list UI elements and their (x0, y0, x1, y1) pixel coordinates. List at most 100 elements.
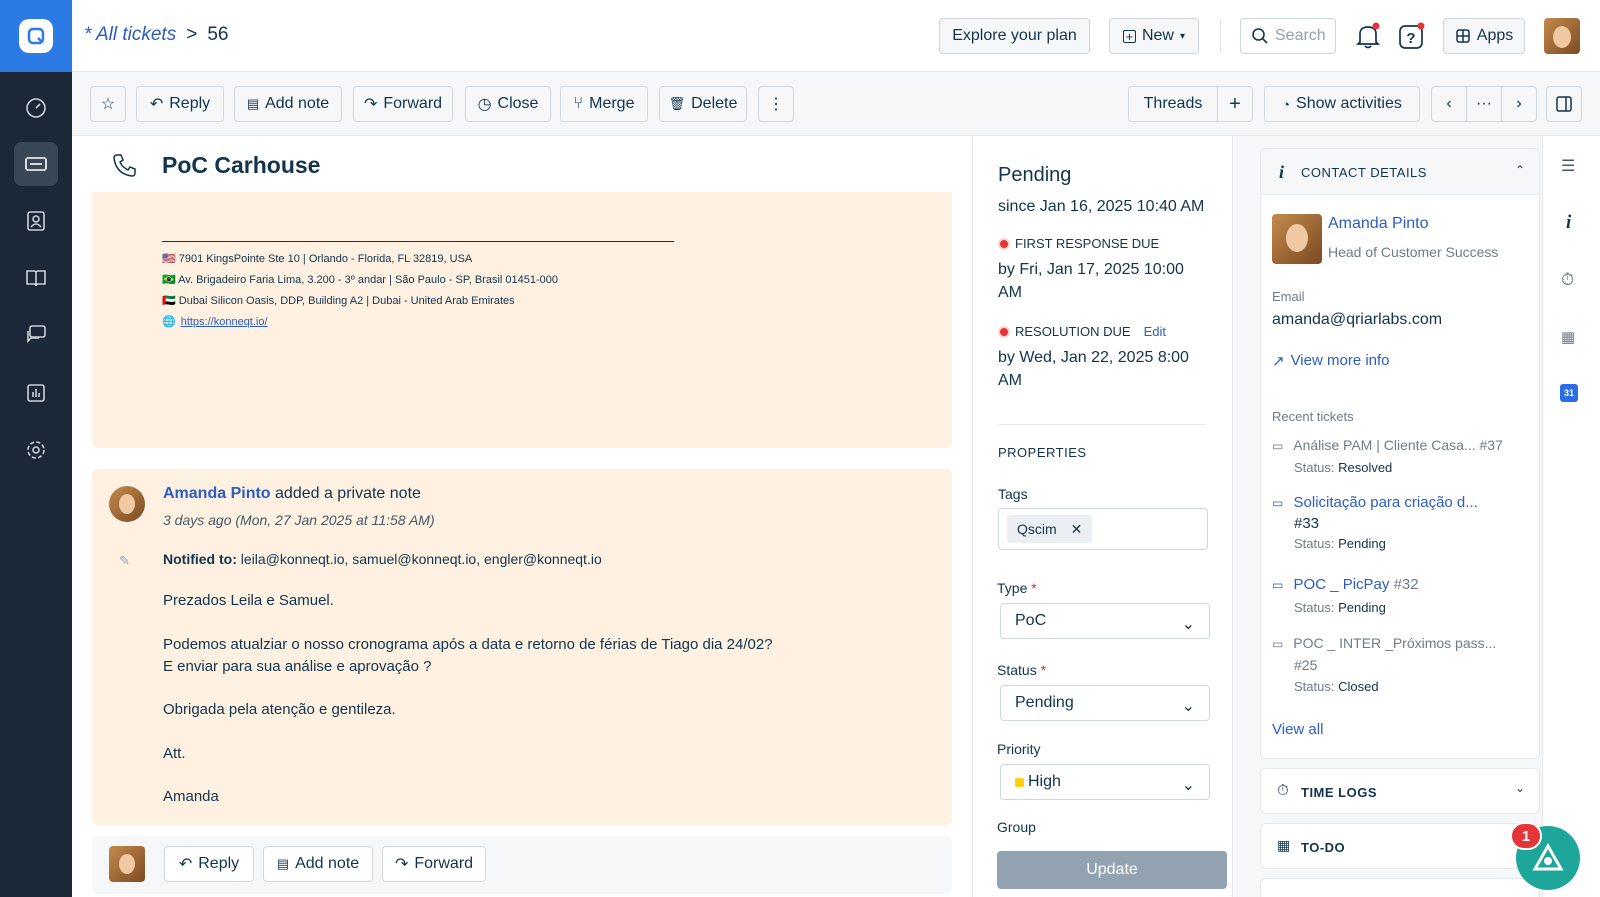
priority-square-icon (1015, 777, 1024, 787)
new-button[interactable]: + New ▾ (1109, 18, 1199, 54)
conversations-icon[interactable] (14, 313, 58, 357)
timer-icon[interactable]: ⏱ (1561, 270, 1574, 290)
view-all-tickets-link[interactable]: View all (1272, 721, 1323, 738)
threads-button[interactable]: Threads (1128, 86, 1218, 122)
forward-button[interactable]: ↷ Forward (353, 86, 453, 122)
reply-icon: ↶ (178, 856, 193, 873)
note-icon: ▤ (276, 856, 290, 871)
recent-tickets-label: Recent tickets (1272, 409, 1354, 424)
time-logs-panel[interactable]: ⏱ TIME LOGS ⌄ (1260, 768, 1540, 814)
contacts-icon[interactable] (14, 199, 58, 243)
star-button[interactable]: ☆ (90, 86, 126, 122)
add-note-label: Add note (295, 855, 360, 872)
bottom-reply-button[interactable]: ↶ Reply (164, 846, 254, 882)
chevron-down-icon: ⌄ (1181, 616, 1195, 633)
merge-button[interactable]: ⑂ Merge (560, 86, 648, 122)
apps-button[interactable]: Apps (1443, 18, 1525, 54)
bottom-forward-button[interactable]: ↷ Forward (382, 846, 486, 882)
tickets-icon[interactable] (14, 142, 58, 186)
reply-label: Reply (198, 855, 240, 872)
forward-icon: ↷ (394, 856, 409, 873)
user-avatar[interactable] (1544, 18, 1580, 54)
add-thread-button[interactable]: + (1217, 86, 1253, 122)
ticket-list-button[interactable]: ··· (1466, 86, 1502, 122)
type-select[interactable]: PoC ⌄ (1000, 603, 1210, 639)
previous-ticket-button[interactable]: ‹ (1431, 86, 1467, 122)
todo-panel[interactable]: ▦ TO-DO (1260, 823, 1540, 869)
knowledge-base-icon[interactable] (14, 256, 58, 300)
type-label: Type * (997, 580, 1037, 596)
reports-icon[interactable] (14, 371, 58, 415)
info-icon[interactable]: i (1566, 212, 1571, 234)
reply-icon: ↶ (149, 96, 164, 113)
filters-icon[interactable]: ☰ (1561, 156, 1575, 176)
reply-button[interactable]: ↶ Reply (136, 86, 224, 122)
recent-ticket-item[interactable]: ▭ Análise PAM | Cliente Casa... #37 Stat… (1272, 437, 1530, 475)
recent-ticket-number: #33 (1294, 515, 1320, 532)
calendar-icon[interactable]: ▦ (1561, 328, 1575, 346)
chevron-left-icon: ‹ (1446, 95, 1452, 112)
close-ticket-button[interactable]: ◷ Close (465, 86, 551, 122)
ticket-status-heading: Pending (998, 164, 1072, 186)
group-label: Group (997, 819, 1036, 835)
note-signoff: Amanda (163, 788, 219, 805)
private-note-card: Amanda Pinto added a private note 3 days… (92, 469, 952, 825)
settings-gear-icon[interactable] (14, 428, 58, 472)
google-calendar-icon[interactable]: 31 (1560, 384, 1578, 402)
close-label: Close (497, 95, 539, 112)
chevron-right-icon: > (186, 24, 198, 45)
add-note-button[interactable]: ▤ Add note (234, 86, 342, 122)
tags-input[interactable]: Qscim ✕ (998, 508, 1208, 550)
status-label-text: Status: (1294, 460, 1335, 475)
left-sidebar (0, 0, 72, 897)
chevron-up-icon: ⌃ (1514, 163, 1525, 177)
stopwatch-icon: ⏱ (1277, 782, 1289, 799)
toggle-sidebar-button[interactable] (1546, 86, 1582, 122)
explore-plan-button[interactable]: Explore your plan (939, 18, 1090, 54)
more-actions-button[interactable]: ⋮ (758, 86, 794, 122)
priority-select[interactable]: High ⌄ (1000, 764, 1210, 800)
contact-name-link[interactable]: Amanda Pinto (1328, 215, 1429, 233)
forward-label: Forward (414, 855, 474, 872)
new-label: New (1141, 27, 1174, 44)
recent-ticket-item[interactable]: ▭ Solicitação para criação d... #33 Stat… (1272, 494, 1530, 551)
add-note-label: Add note (265, 95, 330, 112)
delete-button[interactable]: 🗑 Delete (659, 86, 747, 122)
website-link[interactable]: https://konneqt.io/ (181, 316, 268, 328)
status-select[interactable]: Pending ⌄ (1000, 685, 1210, 721)
address-usa: 🇺🇸 7901 KingsPointe Ste 10 | Orlando - F… (162, 253, 473, 265)
ticket-title: PoC Carhouse (162, 152, 321, 178)
search-placeholder: Search (1275, 27, 1326, 44)
search-input[interactable]: Search (1240, 18, 1336, 54)
priority-label: Priority (997, 741, 1041, 757)
recent-ticket-title[interactable]: Solicitação para criação d... (1294, 494, 1478, 511)
star-icon: ☆ (100, 96, 116, 113)
recent-ticket-item[interactable]: ▭ POC _ PicPay #32 Status: Pending (1272, 576, 1530, 615)
view-more-info-link[interactable]: ↗ View more info (1272, 352, 1390, 370)
next-ticket-button[interactable]: › (1501, 86, 1537, 122)
ticket-icon: ▭ (1272, 496, 1284, 510)
contact-details-header[interactable]: i CONTACT DETAILS ⌃ (1261, 149, 1539, 195)
recent-ticket-title[interactable]: POC _ PicPay (1294, 576, 1390, 593)
app-logo[interactable] (0, 0, 72, 72)
all-tickets-link[interactable]: * All tickets (84, 24, 176, 46)
update-button[interactable]: Update (997, 851, 1227, 889)
recent-ticket-item[interactable]: ▭ POC _ INTER _Próximos pass... #25 Stat… (1272, 635, 1530, 694)
notifications-bell-icon[interactable] (1355, 22, 1381, 55)
apps-icon (1456, 29, 1470, 43)
remove-tag-icon[interactable]: ✕ (1071, 521, 1083, 538)
edit-resolution-link[interactable]: Edit (1144, 324, 1166, 339)
trash-icon: 🗑 (668, 96, 686, 111)
note-author-link[interactable]: Amanda Pinto (163, 485, 271, 502)
status-label: Status * (997, 662, 1047, 678)
resolution-due-label: RESOLUTION DUE Edit (998, 324, 1166, 339)
chevron-down-icon: ⌄ (1181, 777, 1195, 794)
dashboard-icon[interactable] (14, 86, 58, 130)
show-activities-button[interactable]: ◔ Show activities (1264, 86, 1420, 122)
agent-avatar (109, 846, 145, 882)
collapsed-panel (1260, 878, 1540, 897)
recent-ticket-title: POC _ INTER _Próximos pass... (1293, 635, 1497, 651)
help-icon[interactable]: ? (1398, 22, 1426, 55)
calendar-icon: ▦ (1277, 837, 1291, 853)
bottom-add-note-button[interactable]: ▤ Add note (263, 846, 373, 882)
